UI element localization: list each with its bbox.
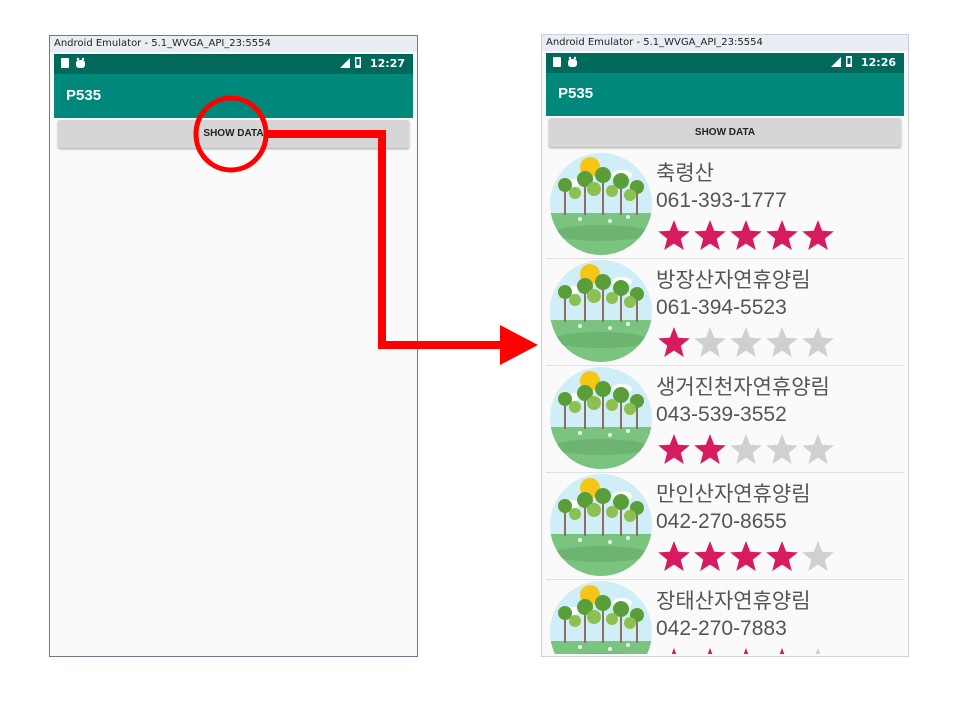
forest-image: [550, 260, 652, 362]
forest-icon: [550, 260, 652, 362]
status-right: 12:26: [831, 55, 896, 69]
star-empty-icon[interactable]: [801, 433, 835, 465]
arrow-head: [500, 325, 538, 365]
star-filled-icon[interactable]: [765, 219, 799, 251]
forest-name: 방장산자연휴양림: [656, 268, 811, 292]
status-time: 12:27: [369, 57, 405, 70]
right-content: SHOW DATA 축령산 061-393-1777 방장산자연휴양림 061-…: [546, 116, 904, 654]
star-filled-icon[interactable]: [801, 219, 835, 251]
forest-phone: 042-270-8655: [656, 510, 787, 533]
notification-icons: [552, 56, 582, 71]
notification-icons: [60, 57, 90, 72]
left-status-bar: 12:27: [54, 54, 413, 74]
star-empty-icon[interactable]: [729, 433, 763, 465]
star-filled-icon[interactable]: [729, 540, 763, 572]
forest-icon: [550, 153, 652, 255]
rating-bar[interactable]: [657, 326, 837, 362]
forest-image: [550, 474, 652, 576]
rating-bar[interactable]: [657, 647, 837, 654]
star-filled-icon[interactable]: [693, 540, 727, 572]
list-item[interactable]: 생거진천자연휴양림 043-539-3552: [546, 365, 904, 473]
star-empty-icon[interactable]: [765, 433, 799, 465]
forest-icon: [550, 474, 652, 576]
right-status-bar: 12:26: [546, 53, 904, 73]
star-filled-icon[interactable]: [729, 647, 763, 654]
star-empty-icon[interactable]: [765, 326, 799, 358]
star-filled-icon[interactable]: [657, 647, 691, 654]
left-content: SHOW DATA: [54, 118, 413, 654]
right-emulator-titlebar: Android Emulator - 5.1_WVGA_API_23:5554: [542, 35, 908, 51]
forest-name: 장태산자연휴양림: [656, 589, 811, 613]
status-right: 12:27: [340, 56, 405, 70]
status-time: 12:26: [860, 56, 896, 69]
star-filled-icon[interactable]: [765, 647, 799, 654]
star-filled-icon[interactable]: [765, 540, 799, 572]
rating-bar[interactable]: [657, 433, 837, 469]
right-emulator-window: Android Emulator - 5.1_WVGA_API_23:5554 …: [541, 34, 909, 657]
list-item[interactable]: 방장산자연휴양림 061-394-5523: [546, 258, 904, 366]
forest-phone: 043-539-3552: [656, 403, 787, 426]
rating-bar[interactable]: [657, 219, 837, 255]
left-emulator-window: Android Emulator - 5.1_WVGA_API_23:5554 …: [49, 35, 418, 657]
sd-card-icon: [61, 57, 85, 68]
forest-list[interactable]: 축령산 061-393-1777 방장산자연휴양림 061-394-5523 생…: [546, 151, 904, 654]
star-empty-icon[interactable]: [801, 326, 835, 358]
star-filled-icon[interactable]: [693, 647, 727, 654]
star-empty-icon[interactable]: [801, 540, 835, 572]
list-item[interactable]: 만인산자연휴양림 042-270-8655: [546, 472, 904, 580]
forest-phone: 061-393-1777: [656, 189, 787, 212]
app-title: P535: [558, 85, 594, 102]
show-data-button[interactable]: SHOW DATA: [58, 120, 409, 148]
left-app-bar: P535: [54, 74, 413, 118]
forest-phone: 061-394-5523: [656, 296, 787, 319]
star-empty-icon[interactable]: [693, 326, 727, 358]
forest-image: [550, 367, 652, 469]
list-item[interactable]: 장태산자연휴양림 042-270-7883: [546, 579, 904, 654]
right-app-bar: P535: [546, 73, 904, 116]
list-item[interactable]: 축령산 061-393-1777: [546, 151, 904, 259]
star-filled-icon[interactable]: [657, 326, 691, 358]
forest-phone: 042-270-7883: [656, 617, 787, 640]
star-empty-icon[interactable]: [801, 647, 835, 654]
forest-image: [550, 153, 652, 255]
forest-name: 축령산: [656, 161, 714, 185]
signal-battery-icon: [831, 56, 853, 67]
app-title: P535: [66, 87, 102, 104]
star-filled-icon[interactable]: [693, 433, 727, 465]
signal-battery-icon: [340, 57, 362, 68]
forest-name: 만인산자연휴양림: [656, 482, 811, 506]
star-filled-icon[interactable]: [693, 219, 727, 251]
star-filled-icon[interactable]: [657, 433, 691, 465]
forest-icon: [550, 581, 652, 654]
sd-card-icon: [553, 56, 577, 67]
rating-bar[interactable]: [657, 540, 837, 576]
star-filled-icon[interactable]: [657, 219, 691, 251]
forest-icon: [550, 367, 652, 469]
star-empty-icon[interactable]: [729, 326, 763, 358]
left-emulator-titlebar: Android Emulator - 5.1_WVGA_API_23:5554: [50, 36, 417, 52]
star-filled-icon[interactable]: [729, 219, 763, 251]
forest-name: 생거진천자연휴양림: [656, 375, 830, 399]
star-filled-icon[interactable]: [657, 540, 691, 572]
forest-image: [550, 581, 652, 654]
show-data-button[interactable]: SHOW DATA: [549, 118, 901, 147]
